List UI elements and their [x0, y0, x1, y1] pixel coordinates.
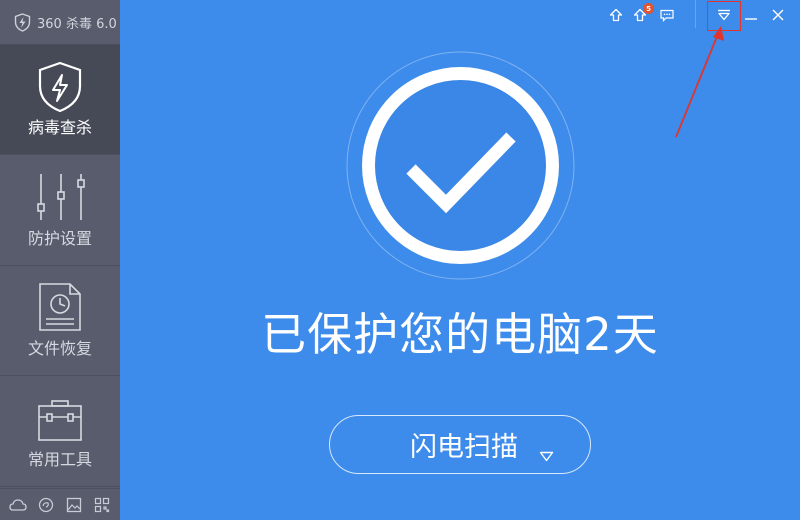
image-icon[interactable] [64, 495, 84, 515]
triangle-down-icon[interactable] [539, 438, 554, 469]
sidebar-item-tools[interactable]: 常用工具 [0, 377, 120, 487]
toolbox-icon [36, 393, 84, 443]
sidebar-item-virus-scan[interactable]: 病毒查杀 [0, 45, 120, 155]
file-restore-icon [38, 282, 82, 332]
sidebar-item-protection[interactable]: 防护设置 [0, 156, 120, 266]
update-count-badge: 5 [643, 3, 654, 14]
sidebar-item-label: 文件恢复 [27, 339, 92, 358]
qrcode-icon[interactable] [92, 495, 112, 515]
sidebar-bottom-toolbar [0, 488, 120, 520]
close-icon[interactable] [767, 4, 789, 26]
annotation-highlight-box [707, 1, 741, 31]
scan-button-label: 闪电扫描 [410, 432, 518, 463]
minimize-icon[interactable] [740, 4, 762, 26]
sidebar-item-file-restore[interactable]: 文件恢复 [0, 266, 120, 376]
shield-bolt-icon [37, 61, 83, 113]
title-bar: 5 [120, 0, 800, 32]
sidebar-item-label: 常用工具 [27, 450, 92, 469]
check-circle-icon [346, 51, 575, 280]
sliders-icon [35, 172, 85, 222]
update-button[interactable]: 5 [629, 3, 654, 26]
message-icon[interactable] [656, 4, 678, 26]
protection-status-text: 已保护您的电脑2天 [261, 308, 659, 361]
titlebar-divider [695, 0, 696, 28]
app-logo: 360 杀毒 6.0 [0, 0, 120, 45]
quick-scan-button[interactable]: 闪电扫描 [329, 415, 591, 474]
upload-icon[interactable] [605, 4, 627, 26]
sidebar-item-label: 病毒查杀 [27, 118, 92, 137]
shield-logo-icon [14, 12, 31, 32]
app-title: 360 杀毒 6.0 [37, 16, 117, 32]
sidebar: 360 杀毒 6.0 病毒查杀 防护设置 文件恢复 常用工具 [0, 0, 120, 520]
sidebar-item-label: 防护设置 [27, 229, 92, 248]
cloud-icon[interactable] [8, 495, 28, 515]
swirl-icon[interactable] [36, 495, 56, 515]
